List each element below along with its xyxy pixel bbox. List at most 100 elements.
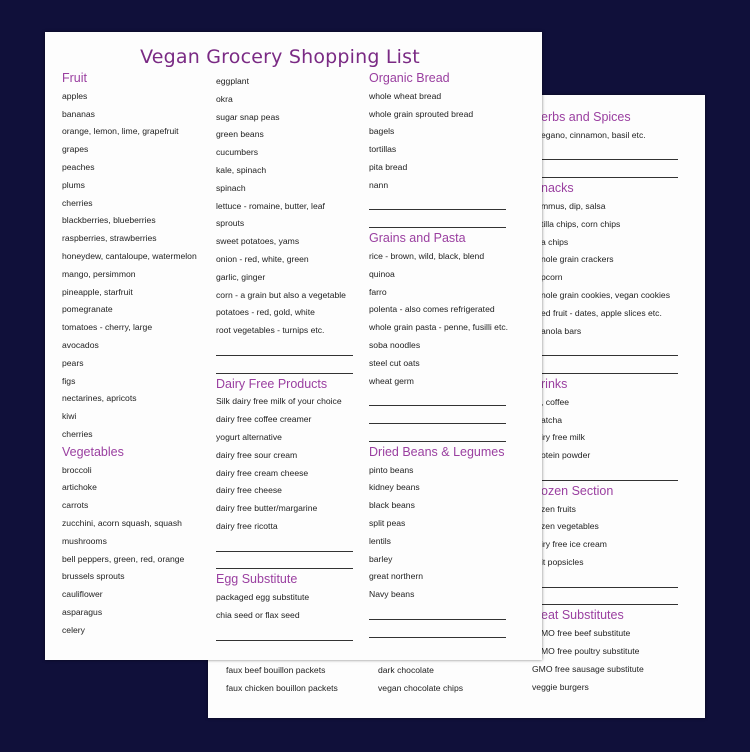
section-heading: Dried Beans & Legumes <box>369 444 505 459</box>
back-column-1: faux beef bouillon packets faux chicken b… <box>226 662 338 698</box>
list-item: okra <box>216 93 233 104</box>
front-column-3: Organic Bread whole wheat bread whole grai… <box>369 70 508 640</box>
list-item: egano, cinnamon, basil etc. <box>541 129 646 140</box>
list-item: bananas <box>62 108 95 119</box>
list-item: cucumbers <box>216 147 259 158</box>
blank-write-in-line <box>216 536 353 554</box>
list-item: anola bars <box>541 325 582 336</box>
list-item: spinach <box>216 182 246 193</box>
list-item: artichoke <box>62 482 97 493</box>
blank-write-in-line <box>541 162 678 180</box>
section-heading: erbs and Spices <box>541 110 631 124</box>
list-item: pcorn <box>541 272 563 283</box>
list-item: broccoli <box>62 464 92 475</box>
list-item: chia seed or flax seed <box>216 609 300 620</box>
list-item: nann <box>369 179 389 190</box>
blank-write-in-line <box>369 212 508 230</box>
list-item: kidney beans <box>369 482 420 493</box>
list-item: blackberries, blueberries <box>62 215 156 226</box>
list-item: corn - a grain but also a vegetable <box>216 289 346 300</box>
section-heading: Organic Bread <box>369 71 450 85</box>
list-item: nectarines, apricots <box>62 393 137 404</box>
list-item: soba noodles <box>369 339 421 350</box>
list-item: dairy free sour cream <box>216 449 298 460</box>
list-item: root vegetables - turnips etc. <box>216 325 325 336</box>
blank-write-in-line <box>369 195 508 213</box>
list-item: quinoa <box>369 268 395 279</box>
list-item: pita bread <box>369 161 408 172</box>
list-item: tomatoes - cherry, large <box>62 322 153 333</box>
list-item: otein powder <box>541 450 591 461</box>
section-heading: Dairy Free Products <box>216 376 328 391</box>
list-item: great northern <box>369 571 423 582</box>
section-heading: rinks <box>541 376 568 391</box>
blank-write-in-line <box>369 408 508 426</box>
list-item: , coffee <box>541 396 570 407</box>
list-item: sugar snap peas <box>216 111 280 122</box>
list-item: steel cut oats <box>369 357 420 368</box>
list-item: cauliflower <box>62 589 103 600</box>
blank-write-in-line <box>541 465 678 483</box>
list-item: faux beef bouillon packets <box>226 665 326 675</box>
list-item: lentils <box>369 535 391 546</box>
section-heading: ozen Section <box>541 483 614 498</box>
list-item: iry free ice cream <box>541 539 607 550</box>
list-item: veggie burgers <box>532 681 589 692</box>
list-item: mmus, dip, salsa <box>541 200 606 211</box>
list-item: eggplant <box>216 76 249 86</box>
blank-write-in-line <box>541 590 678 608</box>
front-page: Vegan Grocery Shopping List Fruit apples b… <box>45 32 542 660</box>
list-item: bagels <box>369 126 395 137</box>
list-item: zen vegetables <box>541 521 599 532</box>
list-item: figs <box>62 375 76 386</box>
section-heading: Grains and Pasta <box>369 231 466 246</box>
list-item: rice - brown, wild, black, blend <box>369 250 485 261</box>
list-item: zen fruits <box>541 503 576 514</box>
list-item: onion - red, white, green <box>216 253 309 264</box>
blank-write-in-line <box>541 572 678 590</box>
list-item: pineapple, starfruit <box>62 286 133 297</box>
list-item: pomegranate <box>62 304 113 315</box>
list-item: atcha <box>541 414 563 425</box>
list-item: carrots <box>62 500 89 511</box>
section-heading: eat Substitutes <box>541 608 624 623</box>
list-item: sprouts <box>216 218 245 229</box>
list-item: tortillas <box>369 144 397 155</box>
list-item: MO free poultry substitute <box>541 645 640 656</box>
page-title: Vegan Grocery Shopping List <box>140 46 420 68</box>
blank-write-in-line <box>216 340 353 358</box>
list-item: farro <box>369 286 387 297</box>
list-item: mushrooms <box>62 535 107 546</box>
list-item: potatoes - red, gold, white <box>216 307 315 318</box>
section-heading: Egg Substitute <box>216 572 298 587</box>
list-item: faux chicken bouillon packets <box>226 682 338 693</box>
blank-write-in-line <box>541 340 678 358</box>
front-column-1: Fruit apples bananas orange, lemon, lime, g… <box>62 70 197 640</box>
list-item: vegan chocolate chips <box>378 682 464 693</box>
list-item: mango, persimmon <box>62 268 136 279</box>
list-item: nole grain cookies, vegan cookies <box>541 289 670 300</box>
list-item: iry free milk <box>541 432 585 443</box>
list-item: kale, spinach <box>216 164 267 175</box>
list-item: dairy free butter/margarine <box>216 503 318 514</box>
list-item: brussels sprouts <box>62 571 125 582</box>
blank-write-in-line <box>369 604 508 622</box>
blank-write-in-line <box>369 622 508 640</box>
list-item: ed fruit - dates, apple slices etc. <box>541 307 662 318</box>
blank-write-in-line <box>369 426 508 444</box>
list-item: whole wheat bread <box>369 90 442 101</box>
list-item: cherries <box>62 197 93 208</box>
list-item: it popsicles <box>541 556 584 567</box>
list-item: tilla chips, corn chips <box>541 218 621 229</box>
blank-write-in-line <box>216 625 353 643</box>
list-item: black beans <box>369 500 415 511</box>
back-column-2: dark chocolate vegan chocolate chips <box>378 662 463 698</box>
list-item: dairy free ricotta <box>216 520 278 531</box>
list-item: dairy free cheese <box>216 485 282 496</box>
list-item: kiwi <box>62 411 77 422</box>
list-item: avocados <box>62 339 99 350</box>
list-item: dairy free coffee creamer <box>216 414 312 425</box>
section-heading: nacks <box>541 181 574 196</box>
list-item: lettuce - romaine, butter, leaf <box>216 200 325 211</box>
list-item: pinto beans <box>369 464 414 475</box>
